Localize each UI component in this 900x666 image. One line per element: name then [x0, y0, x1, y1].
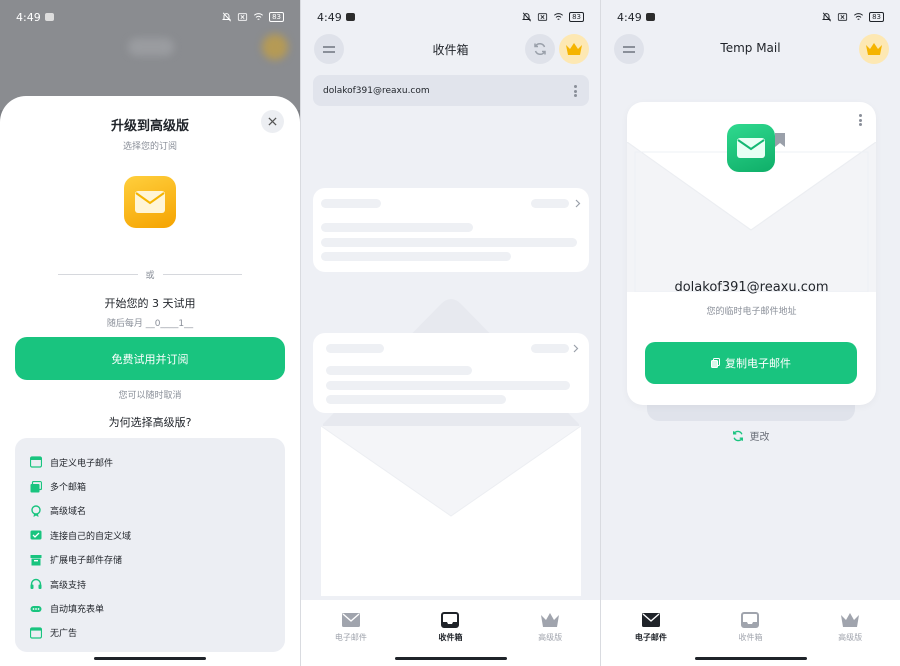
inbox-header: 收件箱	[301, 34, 600, 64]
email-address-bar[interactable]: dolakof391@reaxu.com	[313, 75, 589, 106]
archive-icon	[30, 554, 42, 566]
status-time: 4:49	[16, 10, 41, 24]
start-trial-button[interactable]: 免费试用并订阅	[15, 337, 285, 380]
wifi-icon	[254, 13, 264, 20]
feature-list: 自定义电子邮件 多个邮箱 高级域名 连接自己的自定义域 扩展电子邮件存储 高级支…	[15, 438, 285, 652]
temp-email-address: dolakof391@reaxu.com	[674, 280, 829, 295]
temp-email-card: dolakof391@reaxu.com 您的临时电子邮件地址 复制电子邮件	[627, 102, 876, 405]
copy-icon	[711, 358, 720, 368]
sim-icon	[237, 13, 248, 21]
list-item: 自动填充表单	[30, 596, 285, 620]
window-icon	[30, 627, 42, 639]
status-time: 4:49	[317, 10, 342, 24]
bookmark-icon	[775, 133, 785, 147]
premium-button[interactable]	[559, 34, 589, 64]
app-logo	[124, 176, 176, 228]
premium-button[interactable]	[859, 34, 889, 64]
inbox-screen: 4:49 83 收件箱 dolakof391@reaxu.com 电子邮件 收件…	[300, 0, 600, 666]
nav-premium[interactable]: 高级版	[510, 612, 590, 666]
notification-icon	[345, 13, 355, 21]
images-icon	[30, 480, 42, 493]
battery-indicator: 83	[569, 12, 584, 22]
temp-mail-header: Temp Mail	[601, 34, 900, 64]
list-item: 自定义电子邮件	[30, 450, 285, 474]
mute-icon	[522, 12, 532, 22]
mute-icon	[822, 12, 832, 22]
premium-screen: 4:49 83 升级到高级版 选择您的订阅 或 开始您的 3 天试用 随后每月 …	[0, 0, 300, 666]
badge-icon	[31, 505, 41, 517]
sheet-subtitle: 选择您的订阅	[122, 142, 177, 152]
notification-icon	[44, 13, 54, 21]
close-button[interactable]	[261, 110, 284, 133]
list-item: 连接自己的自定义域	[30, 523, 285, 547]
loading-placeholder	[313, 333, 589, 413]
envelope-icon	[135, 191, 165, 213]
loading-placeholder	[313, 188, 589, 272]
refresh-icon	[732, 430, 743, 441]
trial-title: 开始您的 3 天试用	[104, 297, 196, 310]
more-icon[interactable]	[859, 114, 862, 126]
chevron-right-icon	[573, 344, 579, 353]
mute-icon	[222, 12, 232, 22]
or-divider: 或	[58, 268, 243, 281]
change-email-button[interactable]: 更改	[601, 428, 900, 443]
more-icon[interactable]	[574, 85, 577, 97]
wifi-icon	[854, 13, 864, 20]
dots-icon	[30, 605, 42, 612]
home-indicator[interactable]	[695, 657, 807, 660]
status-bar: 4:49 83	[601, 0, 900, 34]
home-indicator[interactable]	[395, 657, 507, 660]
list-item: 多个邮箱	[30, 474, 285, 498]
nav-mail[interactable]: 电子邮件	[611, 612, 691, 666]
list-item: 高级域名	[30, 499, 285, 523]
status-bar: 4:49 83	[0, 0, 300, 34]
list-item: 无广告	[30, 621, 285, 645]
mail-icon	[641, 613, 660, 627]
notification-icon	[645, 13, 655, 21]
app-logo	[727, 124, 775, 172]
cancel-anytime-note: 您可以随时取消	[118, 391, 182, 401]
refresh-icon	[534, 42, 546, 56]
copy-email-button[interactable]: 复制电子邮件	[645, 342, 857, 384]
crown-icon	[841, 613, 860, 627]
crown-icon	[541, 613, 560, 627]
list-item: 高级支持	[30, 572, 285, 596]
sim-icon	[537, 13, 548, 21]
status-bar: 4:49 83	[301, 0, 600, 34]
crown-icon	[566, 43, 582, 55]
chevron-right-icon	[575, 199, 581, 208]
nav-mail[interactable]: 电子邮件	[311, 612, 391, 666]
trial-price-note: 随后每月 __0____1__	[106, 319, 194, 329]
close-icon	[268, 117, 277, 126]
refresh-button[interactable]	[525, 34, 555, 64]
inbox-icon	[741, 612, 760, 628]
nav-premium[interactable]: 高级版	[810, 612, 890, 666]
crown-icon	[866, 43, 882, 55]
battery-indicator: 83	[269, 12, 284, 22]
envelope-icon	[737, 138, 765, 158]
premium-sheet: 升级到高级版 选择您的订阅 或 开始您的 3 天试用 随后每月 __0____1…	[0, 96, 300, 666]
inbox-icon	[441, 612, 460, 628]
temp-mail-screen: 4:49 83 Temp Mail dolakof391@reaxu.com 您…	[600, 0, 900, 666]
temp-email-caption: 您的临时电子邮件地址	[706, 307, 797, 317]
wifi-icon	[554, 13, 564, 20]
sim-icon	[837, 13, 848, 21]
status-time: 4:49	[617, 10, 642, 24]
page-title: Temp Mail	[720, 41, 781, 55]
home-indicator[interactable]	[94, 657, 206, 660]
calendar-icon	[30, 456, 42, 468]
page-title: 收件箱	[432, 43, 469, 57]
mail-icon	[341, 613, 360, 627]
headset-icon	[30, 578, 42, 590]
battery-indicator: 83	[869, 12, 884, 22]
check-mail-icon	[30, 530, 42, 540]
why-premium-title: 为何选择高级版?	[108, 416, 192, 429]
sheet-title: 升级到高级版	[110, 119, 189, 134]
list-item: 扩展电子邮件存储	[30, 548, 285, 572]
email-address: dolakof391@reaxu.com	[323, 85, 430, 96]
